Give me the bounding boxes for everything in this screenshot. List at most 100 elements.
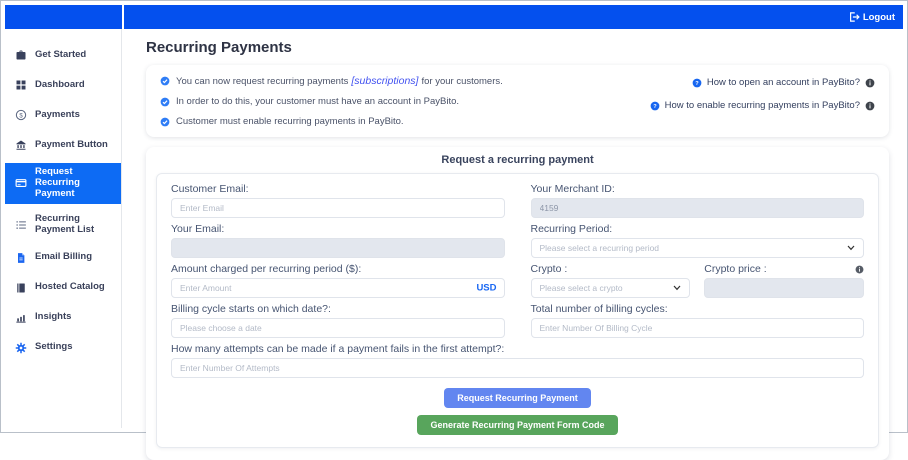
info-bullet: In order to do this, your customer must … [160,96,503,107]
currency-suffix: USD [476,283,496,294]
top-bar-main-segment: Logout [124,5,903,29]
sidebar-item-request-recurring-payment[interactable]: Request Recurring Payment [5,163,121,204]
question-circle-icon: ? [650,101,660,111]
recurring-period-label: Recurring Period: [531,223,865,235]
recurring-payment-form-section: Request a recurring payment Customer Ema… [146,147,889,460]
amount-label: Amount charged per recurring period ($): [171,263,505,275]
page-title: Recurring Payments [146,39,893,56]
billing-cycles-input[interactable] [531,318,865,338]
merchant-id-label: Your Merchant ID: [531,183,865,195]
credit-card-icon [15,177,27,189]
recurring-period-placeholder: Please select a recurring period [540,243,660,253]
sidebar-item-hosted-catalog[interactable]: Hosted Catalog [5,276,121,300]
form-title: Request a recurring payment [156,154,879,166]
attempts-field-group: How many attempts can be made if a payme… [171,343,864,378]
generate-form-code-button[interactable]: Generate Recurring Payment Form Code [417,415,617,435]
customer-email-input[interactable] [171,198,505,218]
crypto-select[interactable]: Please select a crypto [531,278,691,298]
attempts-label: How many attempts can be made if a payme… [171,343,864,355]
your-email-field-group: Your Email: [171,223,505,258]
logout-label: Logout [863,12,895,23]
sidebar-item-insights[interactable]: Insights [5,306,121,330]
check-circle-icon [160,97,170,107]
customer-email-field-group: Customer Email: [171,183,505,218]
your-email-input [171,238,505,258]
billing-cycles-label: Total number of billing cycles: [531,303,865,315]
briefcase-icon [15,49,27,61]
logout-icon [848,11,860,23]
file-icon [15,252,27,264]
billing-date-input[interactable] [171,318,505,338]
logout-button[interactable]: Logout [848,11,895,23]
customer-email-label: Customer Email: [171,183,505,195]
amount-input[interactable] [171,278,505,298]
bullet-text: In order to do this, your customer must … [176,96,459,107]
help-link-open-account[interactable]: ? How to open an account in PayBito? [692,77,875,88]
check-circle-icon [160,76,170,86]
crypto-row: Crypto : Please select a crypto Crypto p… [531,263,865,303]
recurring-period-select[interactable]: Please select a recurring period [531,238,865,258]
sidebar-item-label: Payment Button [35,140,108,151]
merchant-id-input [531,198,865,218]
info-circle-icon [865,101,875,111]
info-circle-icon [865,78,875,88]
chart-icon [15,312,27,324]
app-frame: Logout Get Started Dashboard $ Payments [0,0,908,433]
info-card: You can now request recurring payments[s… [146,65,889,137]
chevron-down-icon [847,244,855,252]
sidebar-item-payments[interactable]: $ Payments [5,103,121,127]
top-bar-sidebar-segment [5,5,122,29]
help-links: ? How to open an account in PayBito? ? H… [650,75,875,127]
info-bullet: Customer must enable recurring payments … [160,116,503,127]
check-circle-icon [160,117,170,127]
sidebar-item-label: Payments [35,110,80,121]
crypto-price-field-group: Crypto price : [704,263,864,298]
merchant-id-field-group: Your Merchant ID: [531,183,865,218]
recurring-period-field-group: Recurring Period: Please select a recurr… [531,223,865,258]
sidebar-item-label: Hosted Catalog [35,282,105,293]
sidebar-item-payment-button[interactable]: Payment Button [5,133,121,157]
billing-date-label: Billing cycle starts on which date?: [171,303,505,315]
crypto-price-label: Crypto price : [704,263,766,275]
info-bullets: You can now request recurring payments[s… [160,75,503,127]
top-bar: Logout [5,5,903,29]
sidebar-item-label: Insights [35,312,71,323]
sidebar-item-label: Recurring Payment List [35,214,111,236]
help-link-label: How to enable recurring payments in PayB… [665,100,860,111]
sidebar-item-recurring-payment-list[interactable]: Recurring Payment List [5,210,121,240]
subscriptions-link[interactable]: [subscriptions] [351,75,418,87]
info-circle-icon [855,265,864,274]
crypto-label: Crypto : [531,263,691,275]
sidebar-item-get-started[interactable]: Get Started [5,43,121,67]
help-link-enable-recurring[interactable]: ? How to enable recurring payments in Pa… [650,100,875,111]
sidebar-item-label: Email Billing [35,252,92,263]
main-content: Recurring Payments You can now request r… [122,29,903,428]
chevron-down-icon [673,284,681,292]
sidebar-item-settings[interactable]: Settings [5,336,121,360]
amount-field-group: Amount charged per recurring period ($):… [171,263,505,298]
crypto-field-group: Crypto : Please select a crypto [531,263,691,298]
svg-text:?: ? [653,104,657,110]
gear-icon [15,342,27,354]
attempts-input[interactable] [171,358,864,378]
bank-icon [15,139,27,151]
sidebar-item-label: Dashboard [35,80,85,91]
list-icon [15,219,27,231]
sidebar-item-label: Get Started [35,50,86,61]
grid-icon [15,79,27,91]
bullet-text: Customer must enable recurring payments … [176,116,404,127]
sidebar-item-email-billing[interactable]: Email Billing [5,246,121,270]
your-email-label: Your Email: [171,223,505,235]
sidebar-item-label: Request Recurring Payment [35,167,111,200]
billing-date-field-group: Billing cycle starts on which date?: [171,303,505,338]
recurring-payment-form: Customer Email: Your Merchant ID: Your E… [156,173,879,448]
sidebar-item-dashboard[interactable]: Dashboard [5,73,121,97]
bullet-text: You can now request recurring payments[s… [176,75,503,87]
dollar-coin-icon: $ [15,109,27,121]
billing-cycles-field-group: Total number of billing cycles: [531,303,865,338]
request-recurring-payment-button[interactable]: Request Recurring Payment [444,388,591,408]
crypto-placeholder: Please select a crypto [540,283,623,293]
crypto-price-input [704,278,864,298]
sidebar: Get Started Dashboard $ Payments Payment… [5,29,122,428]
info-bullet: You can now request recurring payments[s… [160,75,503,87]
